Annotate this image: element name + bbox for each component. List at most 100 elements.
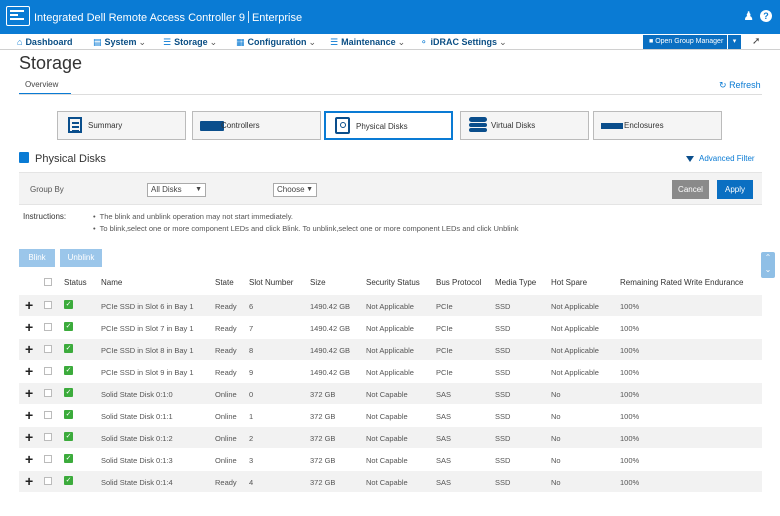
- category-virtual-disks[interactable]: Virtual Disks: [460, 111, 589, 140]
- header-size[interactable]: Size: [310, 278, 326, 287]
- refresh-icon: ↻: [719, 80, 727, 90]
- cell-media: SSD: [495, 456, 511, 465]
- tab-overview[interactable]: Overview: [19, 80, 71, 95]
- header-security-status[interactable]: Security Status: [366, 278, 420, 287]
- cell-slot: 4: [249, 478, 254, 487]
- cell-size: 1490.42 GB: [310, 368, 351, 377]
- expand-icon[interactable]: +: [25, 451, 33, 467]
- scroll-side-button[interactable]: ⌃ ⌄: [761, 252, 775, 278]
- row-checkbox[interactable]: [44, 455, 52, 463]
- cell-name: Solid State Disk 0:1:1: [101, 412, 173, 421]
- cancel-button[interactable]: Cancel: [672, 180, 709, 199]
- unblink-button[interactable]: Unblink: [60, 249, 102, 267]
- header-status[interactable]: Status: [64, 278, 87, 287]
- cell-name: PCIe SSD in Slot 9 in Bay 1: [101, 368, 194, 377]
- help-icon[interactable]: ?: [760, 10, 772, 22]
- cell-size: 372 GB: [310, 478, 336, 487]
- choose-select[interactable]: Choose ▼: [273, 183, 317, 197]
- row-checkbox[interactable]: [44, 433, 52, 441]
- select-all-checkbox[interactable]: [44, 278, 52, 286]
- instruction-line: • To blink,select one or more component …: [93, 224, 519, 233]
- expand-icon[interactable]: +: [25, 385, 33, 401]
- idrac-logo-icon: [6, 6, 30, 26]
- edition-name: Enterprise: [251, 12, 303, 24]
- expand-icon[interactable]: +: [25, 319, 33, 335]
- row-checkbox[interactable]: [44, 301, 52, 309]
- cell-name: PCIe SSD in Slot 8 in Bay 1: [101, 346, 194, 355]
- status-ok-icon: ✓: [64, 388, 73, 397]
- cell-bus: PCIe: [436, 346, 453, 355]
- cell-state: Online: [215, 390, 237, 399]
- status-ok-icon: ✓: [64, 344, 73, 353]
- user-icon[interactable]: ♟: [743, 9, 754, 23]
- header-state[interactable]: State: [215, 278, 234, 287]
- server-icon: ▤: [93, 37, 102, 47]
- expand-icon[interactable]: +: [25, 407, 33, 423]
- row-checkbox[interactable]: [44, 345, 52, 353]
- group-manager-dropdown[interactable]: ▾: [728, 35, 741, 49]
- blink-button[interactable]: Blink: [19, 249, 55, 267]
- table-row[interactable]: + ✓ PCIe SSD in Slot 8 in Bay 1 Ready 8 1490.…: [19, 339, 762, 360]
- cell-hotspare: Not Applicable: [551, 346, 599, 355]
- table-row[interactable]: + ✓ PCIe SSD in Slot 6 in Bay 1 Ready 6 1490.…: [19, 295, 762, 316]
- open-group-manager-button[interactable]: ■ Open Group Manager: [643, 35, 727, 49]
- chevron-down-icon: ⌄: [499, 37, 507, 47]
- header-media-type[interactable]: Media Type: [495, 278, 536, 287]
- row-checkbox[interactable]: [44, 367, 52, 375]
- category-summary[interactable]: Summary: [57, 111, 186, 140]
- pin-icon[interactable]: ➚: [752, 36, 760, 47]
- dropdown-arrow-icon: ▼: [195, 186, 202, 193]
- nav-system[interactable]: ▤ System ⌄: [93, 37, 146, 48]
- cell-slot: 6: [249, 302, 254, 311]
- row-checkbox[interactable]: [44, 477, 52, 485]
- category-physical-disks[interactable]: Physical Disks: [324, 111, 453, 140]
- group-by-select[interactable]: All Disks ▼: [147, 183, 206, 197]
- table-row[interactable]: + ✓ Solid State Disk 0:1:3 Online 3 372 GB Not…: [19, 449, 762, 470]
- instruction-line: • The blink and unblink operation may no…: [93, 212, 293, 221]
- cell-bus: PCIe: [436, 324, 453, 333]
- header-endurance[interactable]: Remaining Rated Write Endurance: [620, 278, 743, 287]
- cell-state: Online: [215, 412, 237, 421]
- expand-icon[interactable]: +: [25, 473, 33, 489]
- header-bus-protocol[interactable]: Bus Protocol: [436, 278, 481, 287]
- refresh-button[interactable]: ↻ Refresh: [719, 80, 761, 91]
- header-hot-spare[interactable]: Hot Spare: [551, 278, 587, 287]
- nav-idrac-settings[interactable]: ⚬ iDRAC Settings ⌄: [420, 37, 507, 48]
- product-name: Integrated Dell Remote Access Controller…: [34, 12, 245, 24]
- cell-endurance: 100%: [620, 390, 640, 399]
- table-row[interactable]: + ✓ Solid State Disk 0:1:4 Ready 4 372 GB Not …: [19, 471, 762, 492]
- nav-storage[interactable]: ☰ Storage ⌄: [163, 37, 217, 48]
- row-checkbox[interactable]: [44, 389, 52, 397]
- nav-maintenance[interactable]: ☰ Maintenance ⌄: [330, 37, 405, 48]
- header-slot-number[interactable]: Slot Number: [249, 278, 293, 287]
- table-row[interactable]: + ✓ Solid State Disk 0:1:2 Online 2 372 GB Not…: [19, 427, 762, 448]
- apply-button[interactable]: Apply: [717, 180, 753, 199]
- expand-icon[interactable]: +: [25, 297, 33, 313]
- cell-hotspare: Not Applicable: [551, 368, 599, 377]
- page-title: Storage: [19, 53, 83, 73]
- table-row[interactable]: + ✓ Solid State Disk 0:1:1 Online 1 372 GB Not…: [19, 405, 762, 426]
- nav-dashboard[interactable]: ⌂ Dashboard: [17, 37, 72, 47]
- cell-size: 1490.42 GB: [310, 302, 351, 311]
- category-controllers[interactable]: Controllers: [192, 111, 321, 140]
- category-enclosures[interactable]: Enclosures: [593, 111, 722, 140]
- expand-icon[interactable]: +: [25, 341, 33, 357]
- cell-bus: SAS: [436, 456, 452, 465]
- advanced-filter-link[interactable]: Advanced Filter: [686, 154, 755, 163]
- row-checkbox[interactable]: [44, 323, 52, 331]
- table-row[interactable]: + ✓ Solid State Disk 0:1:0 Online 0 372 GB Not…: [19, 383, 762, 404]
- main-nav: ⌂ Dashboard ▤ System ⌄ ☰ Storage ⌄ ▦ Configura…: [0, 34, 780, 50]
- expand-icon[interactable]: +: [25, 429, 33, 445]
- nav-configuration[interactable]: ▦ Configuration ⌄: [236, 37, 316, 48]
- cell-size: 1490.42 GB: [310, 346, 351, 355]
- cell-security: Not Applicable: [366, 302, 414, 311]
- row-checkbox[interactable]: [44, 411, 52, 419]
- status-ok-icon: ✓: [64, 366, 73, 375]
- expand-icon[interactable]: +: [25, 363, 33, 379]
- header-name[interactable]: Name: [101, 278, 122, 287]
- cell-name: PCIe SSD in Slot 6 in Bay 1: [101, 302, 194, 311]
- table-row[interactable]: + ✓ PCIe SSD in Slot 7 in Bay 1 Ready 7 1490.…: [19, 317, 762, 338]
- cell-media: SSD: [495, 434, 511, 443]
- table-row[interactable]: + ✓ PCIe SSD in Slot 9 in Bay 1 Ready 9 1490.…: [19, 361, 762, 382]
- status-ok-icon: ✓: [64, 432, 73, 441]
